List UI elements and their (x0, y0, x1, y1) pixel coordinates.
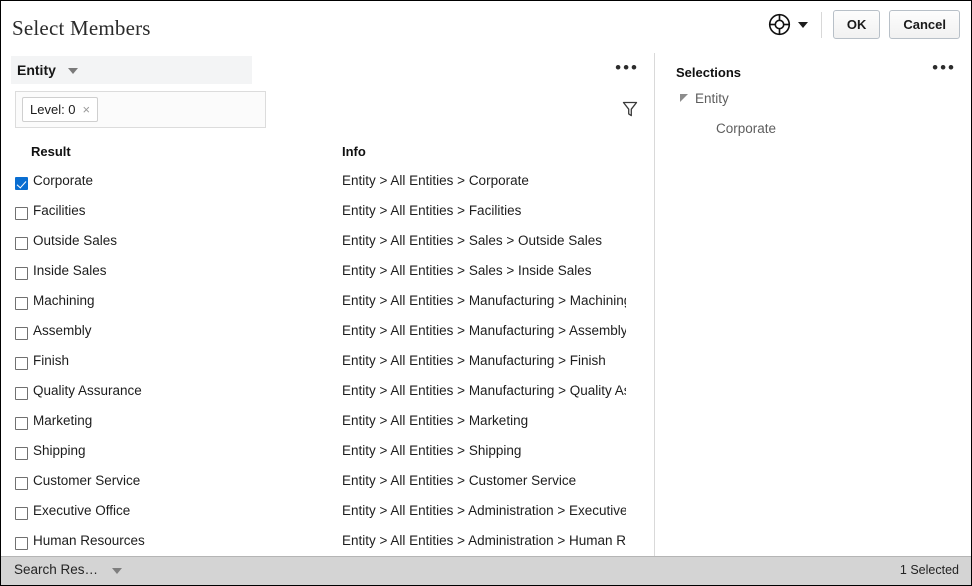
row-member-name: Assembly (33, 323, 92, 338)
row-member-name: Marketing (33, 413, 93, 428)
row-checkbox[interactable] (15, 357, 28, 370)
table-row[interactable]: Assembly Entity > All Entities > Manufact… (1, 320, 655, 350)
row-checkbox[interactable] (15, 237, 28, 250)
row-member-name: Outside Sales (33, 233, 118, 248)
selections-more-menu[interactable]: ••• (932, 59, 956, 76)
filter-chip-label: Level: 0 (30, 102, 76, 117)
dimension-tab-strip: Entity (11, 56, 252, 84)
table-row[interactable]: Finish Entity > All Entities > Manufactur… (1, 350, 655, 380)
chevron-down-icon (797, 21, 808, 28)
results-panel: Entity ••• Level: 0 × Result Info Corpor… (1, 52, 655, 556)
selection-tree-root-label: Entity (695, 91, 729, 106)
row-member-name: Customer Service (33, 473, 141, 488)
status-badge: 1 Selected (899, 563, 959, 577)
row-checkbox[interactable] (15, 417, 28, 430)
close-icon[interactable]: × (83, 103, 91, 116)
table-row[interactable]: Facilities Entity > All Entities > Facili… (1, 200, 655, 230)
chevron-down-icon (112, 567, 123, 574)
table-row[interactable]: Shipping Entity > All Entities > Shipping (1, 440, 655, 470)
row-member-name: Inside Sales (33, 263, 107, 278)
row-checkbox[interactable] (15, 297, 28, 310)
dialog-header: Select Members OK Cancel (1, 1, 971, 52)
row-member-path: Entity > All Entities > Manufacturing > … (342, 353, 606, 368)
row-member-path: Entity > All Entities > Customer Service (342, 473, 577, 488)
tab-entity[interactable]: Entity (17, 62, 56, 78)
table-row[interactable]: Machining Entity > All Entities > Manufac… (1, 290, 655, 320)
selections-title: Selections (676, 65, 742, 80)
search-results-dropdown[interactable]: Search Res… (14, 562, 123, 577)
row-checkbox[interactable] (15, 507, 28, 520)
row-member-path: Entity > All Entities > Sales > Outside … (342, 233, 603, 248)
chevron-down-icon[interactable] (67, 68, 78, 74)
triangle-expanded-icon[interactable] (680, 93, 688, 102)
row-member-name: Shipping (33, 443, 86, 458)
header-actions: OK Cancel (764, 10, 960, 39)
selections-panel: Selections ••• Entity Corporate (656, 52, 971, 556)
row-checkbox[interactable] (15, 387, 28, 400)
cancel-button[interactable]: Cancel (889, 10, 960, 39)
selection-tree-root[interactable]: Entity (680, 91, 729, 106)
row-member-name: Quality Assurance (33, 383, 142, 398)
results-scrollbar-track[interactable] (628, 212, 639, 585)
row-member-path: Entity > All Entities > Shipping (342, 443, 522, 458)
filter-bar[interactable]: Level: 0 × (15, 91, 266, 128)
row-member-name: Human Resources (33, 533, 145, 548)
table-row[interactable]: Outside Sales Entity > All Entities > Sal… (1, 230, 655, 260)
row-member-path: Entity > All Entities > Administration >… (342, 503, 626, 518)
row-member-path: Entity > All Entities > Facilities (342, 203, 522, 218)
table-row[interactable]: Human Resources Entity > All Entities > A… (1, 530, 655, 556)
row-checkbox[interactable] (15, 267, 28, 280)
row-checkbox[interactable] (15, 537, 28, 550)
row-member-path: Entity > All Entities > Corporate (342, 173, 529, 188)
select-members-dialog: Select Members OK Cancel Entity ••• Leve… (0, 0, 972, 586)
search-results-label: Search Res… (14, 562, 99, 577)
filter-chip-level[interactable]: Level: 0 × (22, 97, 99, 122)
row-member-name: Corporate (33, 173, 94, 188)
selection-tree-item[interactable]: Corporate (716, 121, 776, 136)
column-header-result: Result (31, 144, 71, 159)
row-member-path: Entity > All Entities > Sales > Inside S… (342, 263, 592, 278)
row-checkbox[interactable] (15, 207, 28, 220)
table-row[interactable]: Customer Service Entity > All Entities > … (1, 470, 655, 500)
row-member-path: Entity > All Entities > Manufacturing > … (342, 383, 626, 398)
funnel-icon[interactable] (622, 101, 638, 118)
row-checkbox[interactable] (15, 447, 28, 460)
row-member-path: Entity > All Entities > Manufacturing > … (342, 293, 626, 308)
row-member-name: Executive Office (33, 503, 131, 518)
panel-divider (654, 53, 655, 556)
column-header-info: Info (342, 144, 366, 159)
page-title: Select Members (12, 16, 151, 40)
table-row[interactable]: Executive Office Entity > All Entities > … (1, 500, 655, 530)
life-ring-icon (768, 13, 790, 36)
results-more-menu[interactable]: ••• (615, 59, 639, 76)
table-row[interactable]: Quality Assurance Entity > All Entities >… (1, 380, 655, 410)
row-member-name: Facilities (33, 203, 86, 218)
results-list[interactable]: Corporate Entity > All Entities > Corpora… (1, 170, 655, 556)
ok-button[interactable]: OK (832, 10, 881, 39)
row-member-path: Entity > All Entities > Administration >… (342, 533, 626, 548)
row-checkbox[interactable] (15, 477, 28, 490)
help-menu-button[interactable] (764, 11, 812, 38)
column-headers: Result Info (1, 144, 655, 166)
table-row[interactable]: Inside Sales Entity > All Entities > Sale… (1, 260, 655, 290)
row-member-path: Entity > All Entities > Manufacturing > … (342, 323, 626, 338)
status-bar: Search Res… 1 Selected (1, 556, 971, 585)
table-row[interactable]: Corporate Entity > All Entities > Corpora… (1, 170, 655, 200)
header-divider (820, 11, 822, 38)
row-member-name: Finish (33, 353, 70, 368)
row-member-name: Machining (33, 293, 95, 308)
row-checkbox[interactable] (15, 327, 28, 340)
table-row[interactable]: Marketing Entity > All Entities > Marketi… (1, 410, 655, 440)
row-checkbox-checked[interactable] (15, 177, 28, 190)
row-member-path: Entity > All Entities > Marketing (342, 413, 529, 428)
